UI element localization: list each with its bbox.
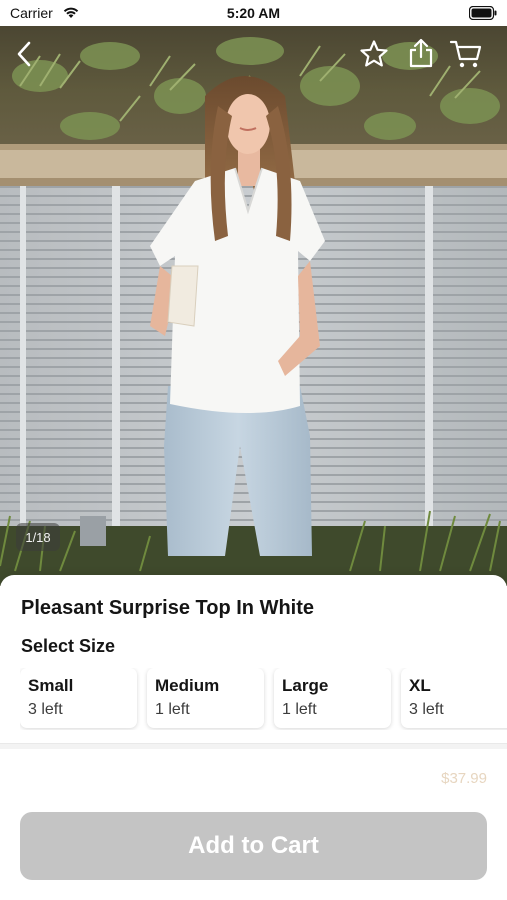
size-stock: 3 left xyxy=(28,701,63,718)
size-stock: 1 left xyxy=(155,701,190,718)
add-to-cart-button[interactable]: Add to Cart xyxy=(20,812,487,880)
size-option-medium[interactable]: Medium 1 left xyxy=(147,668,264,728)
chevron-left-icon xyxy=(17,41,31,67)
product-price: $37.99 xyxy=(441,770,487,787)
product-image-carousel[interactable]: 1/18 xyxy=(0,26,507,586)
size-option-large[interactable]: Large 1 left xyxy=(274,668,391,728)
size-name: XL xyxy=(409,676,431,695)
size-stock: 3 left xyxy=(409,701,444,718)
product-photo xyxy=(0,26,507,586)
product-details-sheet: Pleasant Surprise Top In White Select Si… xyxy=(0,575,507,900)
status-time: 5:20 AM xyxy=(226,5,281,21)
size-stock: 1 left xyxy=(282,701,317,718)
select-size-heading: Select Size xyxy=(21,636,116,656)
share-icon xyxy=(409,38,433,68)
status-bar: Carrier 5:20 AM xyxy=(0,0,507,26)
divider xyxy=(0,743,507,749)
favorite-button[interactable] xyxy=(356,36,392,72)
size-option-small[interactable]: Small 3 left xyxy=(20,668,137,728)
size-options[interactable]: Small 3 left Medium 1 left Large 1 left … xyxy=(20,668,507,730)
product-title: Pleasant Surprise Top In White xyxy=(21,597,315,619)
cart-icon xyxy=(449,40,482,68)
size-option-xl[interactable]: XL 3 left xyxy=(401,668,507,728)
image-counter: 1/18 xyxy=(16,523,60,551)
cart-button[interactable] xyxy=(446,36,486,72)
battery-icon xyxy=(469,6,497,20)
size-name: Medium xyxy=(155,676,220,695)
back-button[interactable] xyxy=(6,36,42,72)
star-icon xyxy=(360,40,388,67)
size-name: Large xyxy=(282,676,329,695)
size-name: Small xyxy=(28,676,74,695)
share-button[interactable] xyxy=(403,34,439,72)
